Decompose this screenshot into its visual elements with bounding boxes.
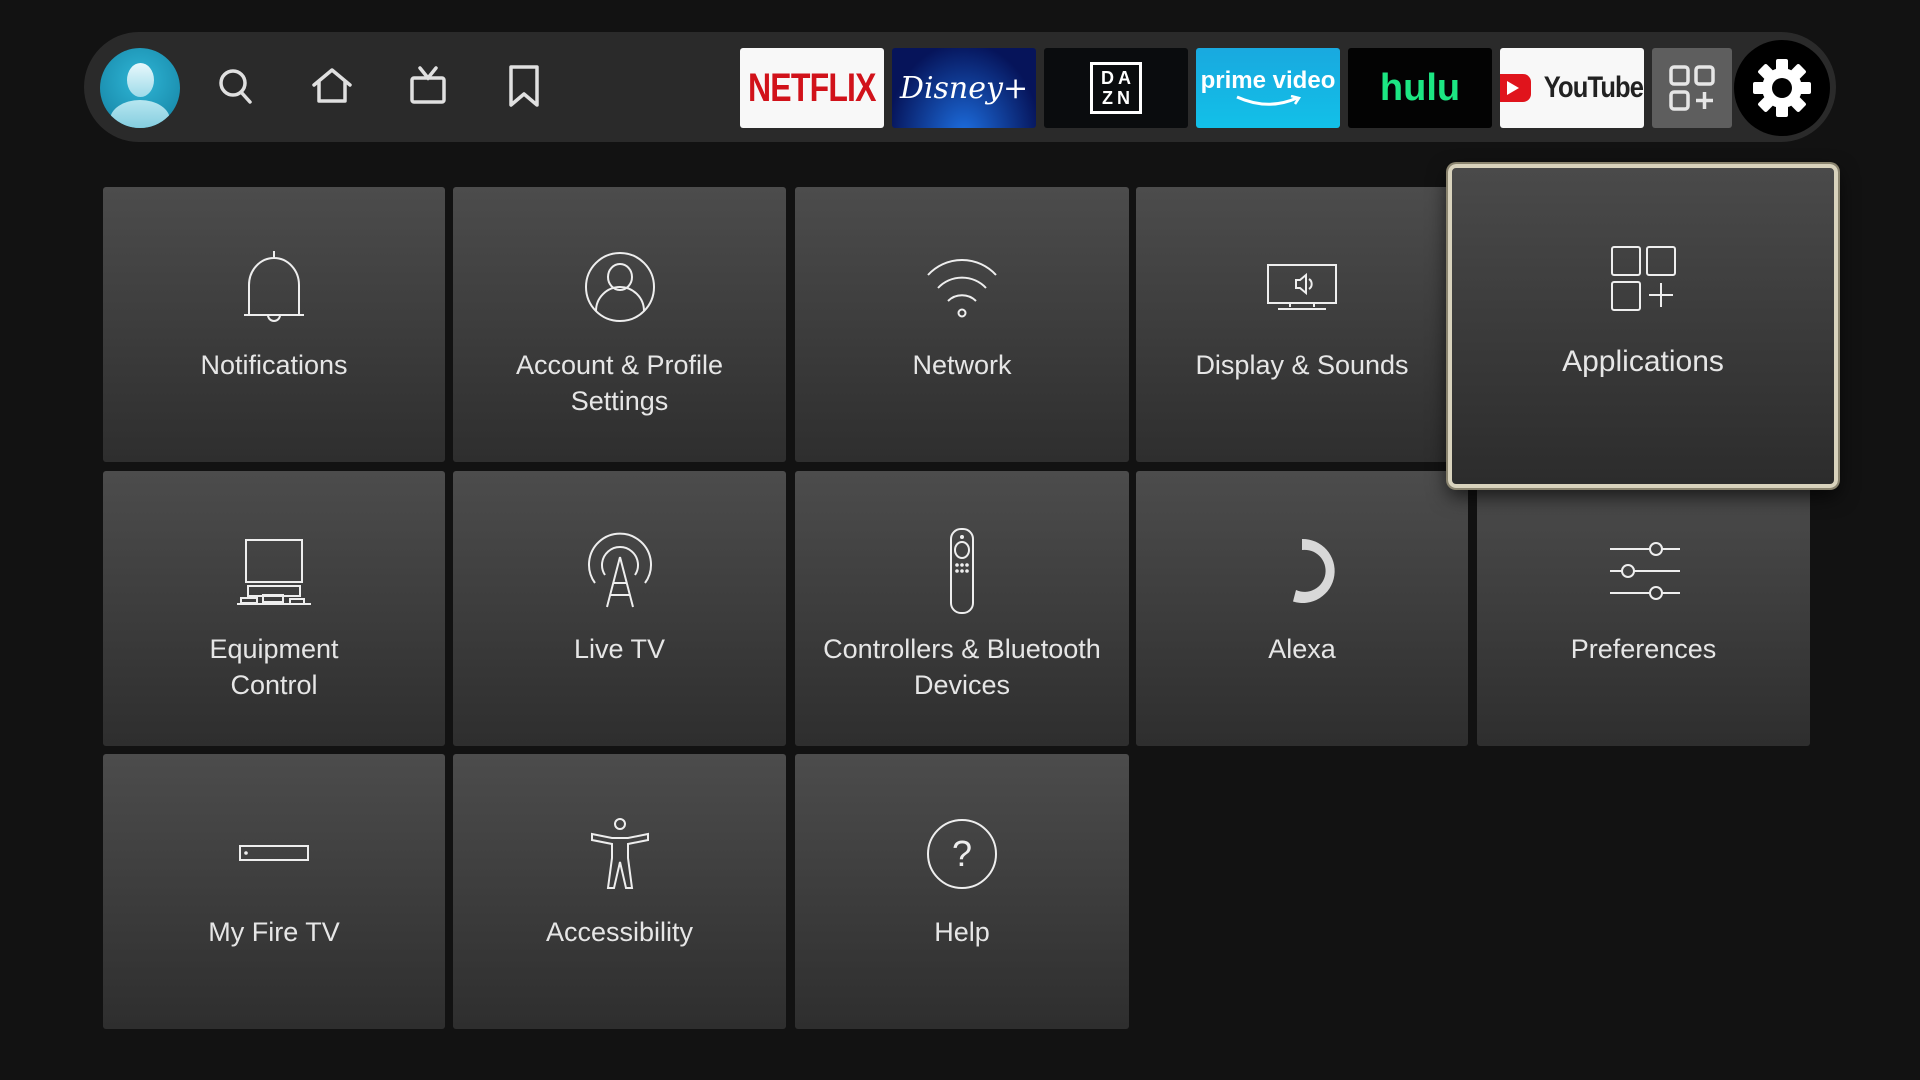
watchlist-button[interactable] xyxy=(502,64,546,108)
amazon-smile-icon xyxy=(1236,95,1302,106)
tile-alexa[interactable]: Alexa xyxy=(1136,471,1468,746)
search-icon xyxy=(219,69,252,104)
app-netflix[interactable]: NETFLIX xyxy=(740,48,884,128)
equipment-icon xyxy=(237,539,311,605)
tile-label: Controllers & Bluetooth Devices xyxy=(823,634,1101,700)
sliders-icon xyxy=(1609,542,1680,600)
dazn-logo: DA ZN xyxy=(1090,62,1142,114)
user-circle-icon xyxy=(584,252,655,322)
antenna-icon xyxy=(587,532,652,608)
remote-icon xyxy=(950,528,974,614)
dazn-logo-top: DA xyxy=(1101,68,1135,88)
tile-label: Network xyxy=(912,350,1012,380)
tile-notifications[interactable]: Notifications xyxy=(103,187,445,462)
display-sound-icon xyxy=(1267,264,1337,310)
tile-preferences[interactable]: Preferences xyxy=(1477,471,1810,746)
profile-avatar-button[interactable] xyxy=(100,48,180,128)
tile-help[interactable]: ? Help xyxy=(795,754,1129,1029)
alexa-icon xyxy=(1293,538,1335,603)
apps-icon xyxy=(1611,246,1676,311)
tile-label: My Fire TV xyxy=(208,917,340,947)
app-dazn[interactable]: DA ZN xyxy=(1044,48,1188,128)
hulu-logo: hulu xyxy=(1379,66,1461,109)
app-hulu[interactable]: hulu xyxy=(1348,48,1492,128)
tile-label: Accessibility xyxy=(545,917,694,947)
tile-label: Account & Profile Settings xyxy=(515,350,724,416)
accessibility-icon xyxy=(590,818,649,889)
help-icon: ? xyxy=(927,819,997,889)
settings-button[interactable] xyxy=(1734,40,1830,136)
tile-label: Equipment Control xyxy=(209,634,339,700)
svg-text:?: ? xyxy=(952,833,972,874)
tile-network[interactable]: Network xyxy=(795,187,1129,462)
fire-tv-device-icon xyxy=(239,845,309,861)
avatar-icon-body xyxy=(110,100,170,128)
bookmark-icon xyxy=(509,65,539,107)
tile-live-tv[interactable]: Live TV xyxy=(453,471,786,746)
bell-icon xyxy=(244,251,304,322)
apps-grid-plus-icon xyxy=(1669,65,1715,111)
youtube-logo: YouTube xyxy=(1543,71,1643,104)
app-youtube[interactable]: YouTube xyxy=(1500,48,1644,128)
app-prime-video[interactable]: prime video xyxy=(1196,48,1340,128)
tile-accessibility[interactable]: Accessibility xyxy=(453,754,786,1029)
tile-display-sounds[interactable]: Display & Sounds xyxy=(1136,187,1468,462)
tile-controllers-bluetooth[interactable]: Controllers & Bluetooth Devices xyxy=(795,471,1129,746)
tv-icon xyxy=(410,66,446,104)
live-tv-button[interactable] xyxy=(406,64,450,108)
disney-plus-logo: Disney+ xyxy=(899,70,1029,106)
tile-label: Live TV xyxy=(573,634,666,664)
tile-label: Alexa xyxy=(1268,634,1336,664)
tile-equipment-control[interactable]: Equipment Control xyxy=(103,471,445,746)
tile-label: Help xyxy=(934,917,990,947)
app-disney-plus[interactable]: Disney+ xyxy=(892,48,1036,128)
prime-video-logo: prime video xyxy=(1200,67,1336,94)
tile-label: Preferences xyxy=(1570,634,1717,664)
tile-label: Notifications xyxy=(200,350,348,380)
youtube-play-icon xyxy=(1500,74,1531,102)
gear-icon xyxy=(1753,59,1811,117)
dazn-logo-bottom: ZN xyxy=(1102,88,1134,108)
tile-label: Display & Sounds xyxy=(1195,350,1409,380)
wifi-icon xyxy=(927,258,997,318)
tile-account-profile-settings[interactable]: Account & Profile Settings xyxy=(453,187,786,462)
search-button[interactable] xyxy=(214,64,258,108)
tile-applications[interactable]: Applications xyxy=(1448,164,1838,488)
all-apps-button[interactable] xyxy=(1652,48,1732,128)
netflix-logo: NETFLIX xyxy=(748,65,877,110)
tile-label: Applications xyxy=(1562,345,1724,378)
avatar-icon xyxy=(127,63,154,97)
home-button[interactable] xyxy=(310,64,354,108)
tile-my-fire-tv[interactable]: My Fire TV xyxy=(103,754,445,1029)
home-icon xyxy=(312,68,352,103)
